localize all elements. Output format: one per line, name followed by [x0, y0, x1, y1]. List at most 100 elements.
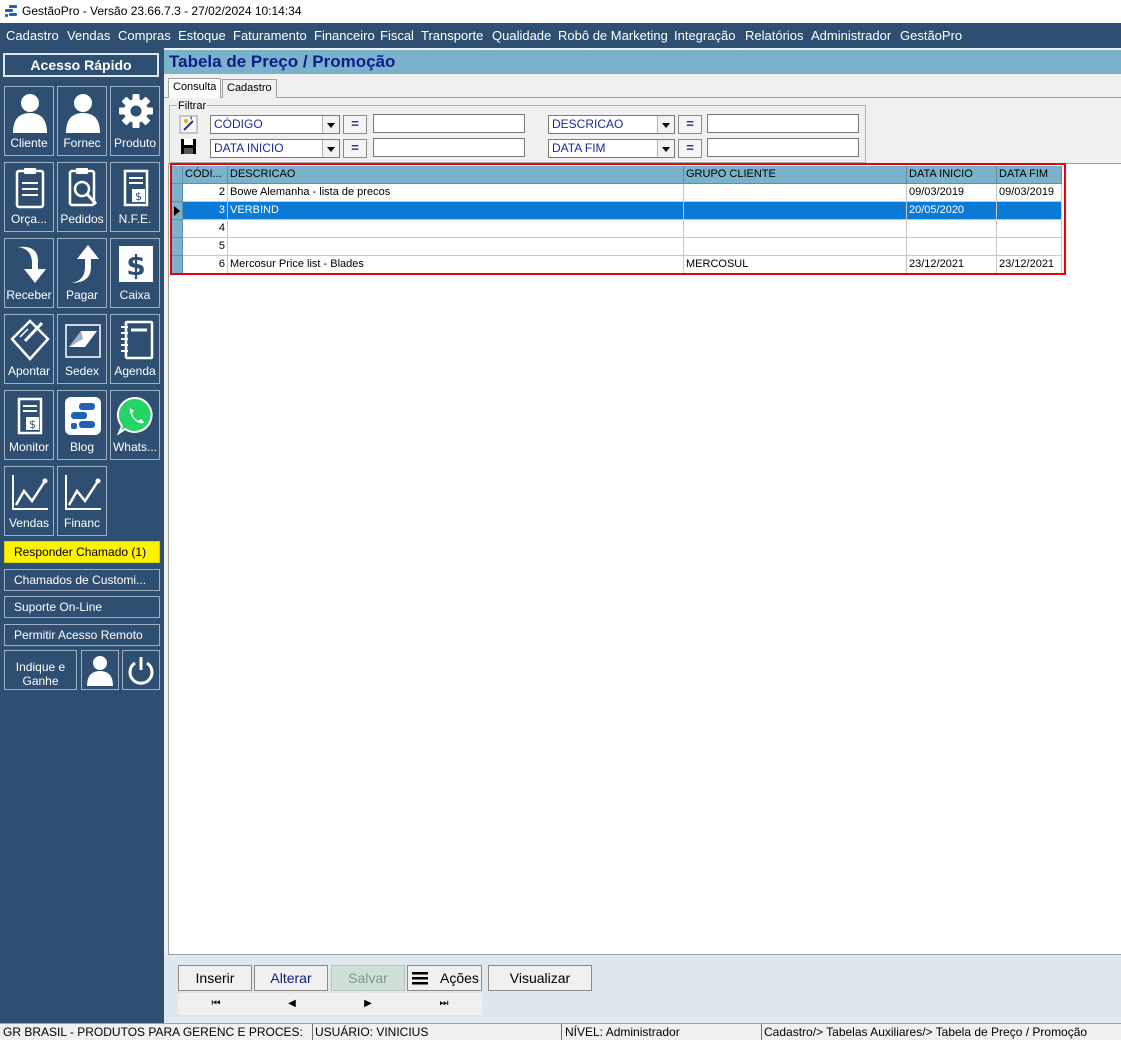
filter-value-2-input[interactable] — [707, 114, 859, 133]
menu-gestaopro[interactable]: GestãoPro — [900, 28, 962, 43]
cell-descricao: VERBIND — [228, 202, 684, 220]
quick-agenda-button[interactable]: Agenda — [110, 314, 160, 384]
filter-field-2-value: DESCRICAO — [552, 117, 624, 131]
filter-wand-icon[interactable] — [179, 115, 198, 134]
menu-robo-marketing[interactable]: Robô de Marketing — [558, 28, 668, 43]
cell-grupo-cliente — [684, 202, 907, 220]
nav-prev-button[interactable]: ◀ — [254, 993, 330, 1015]
quick-button-label: Orça... — [10, 212, 47, 226]
menu-cadastro[interactable]: Cadastro — [6, 28, 59, 43]
suporte-online-link[interactable]: Suporte On-Line — [4, 596, 160, 618]
quick-access-sidebar: Acesso Rápido Cliente Fornec Produto Orç… — [0, 48, 164, 1023]
filter-operator-4-button[interactable]: = — [678, 139, 702, 158]
quick-financ-chart-button[interactable]: Financ — [57, 466, 107, 536]
filter-value-4-input[interactable] — [707, 138, 859, 157]
quick-monitor-button[interactable]: $ Monitor — [4, 390, 54, 460]
hamburger-menu-icon — [412, 972, 428, 985]
menu-relatorios[interactable]: Relatórios — [745, 28, 804, 43]
row-indicator — [172, 220, 183, 238]
menu-faturamento[interactable]: Faturamento — [233, 28, 307, 43]
filter-value-1-input[interactable] — [373, 114, 525, 133]
filter-value-3-input[interactable] — [373, 138, 525, 157]
column-header-data-fim[interactable]: DATA FIM — [997, 166, 1062, 184]
indique-label: Indique e Ganhe — [15, 660, 66, 688]
person-icon — [13, 94, 47, 133]
quick-blog-button[interactable]: Blog — [57, 390, 107, 460]
salvar-button[interactable]: Salvar — [331, 965, 405, 991]
line-chart-icon — [65, 475, 101, 510]
save-filter-icon[interactable] — [179, 137, 198, 156]
quick-vendas-chart-button[interactable]: Vendas — [4, 466, 54, 536]
quick-caixa-button[interactable]: $ Caixa — [110, 238, 160, 308]
acoes-menu-button[interactable]: Ações — [407, 965, 482, 991]
tab-cadastro[interactable]: Cadastro — [222, 79, 277, 98]
quick-apontar-button[interactable]: Apontar — [4, 314, 54, 384]
permitir-acesso-remoto-link[interactable]: Permitir Acesso Remoto — [4, 624, 160, 646]
visualizar-button[interactable]: Visualizar — [488, 965, 592, 991]
row-indicator — [172, 256, 183, 274]
menu-qualidade[interactable]: Qualidade — [492, 28, 551, 43]
menu-compras[interactable]: Compras — [118, 28, 171, 43]
whatsapp-icon — [116, 396, 153, 436]
quick-receber-button[interactable]: Receber — [4, 238, 54, 308]
next-record-icon: ▶ — [364, 998, 372, 1009]
nav-next-button[interactable]: ▶ — [330, 993, 406, 1015]
menu-administrador[interactable]: Administrador — [811, 28, 891, 43]
quick-pagar-button[interactable]: Pagar — [57, 238, 107, 308]
svg-text:$: $ — [135, 190, 142, 203]
quick-pedidos-button[interactable]: Pedidos — [57, 162, 107, 232]
filter-field-4-value: DATA FIM — [552, 141, 606, 155]
status-separator — [561, 1024, 562, 1040]
row-indicator — [172, 202, 183, 220]
menu-estoque[interactable]: Estoque — [178, 28, 226, 43]
tab-consulta[interactable]: Consulta — [168, 78, 222, 98]
chevron-down-icon — [322, 140, 339, 157]
svg-text:$: $ — [29, 418, 36, 431]
cell-codigo: 2 — [183, 184, 228, 202]
menu-bar: Cadastro Vendas Compras Estoque Faturame… — [0, 23, 1121, 48]
filter-field-4-select[interactable]: DATA FIM — [548, 139, 675, 158]
quick-button-label: Caixa — [119, 288, 151, 302]
responder-chamado-link[interactable]: Responder Chamado (1) — [4, 541, 160, 563]
inserir-button[interactable]: Inserir — [178, 965, 252, 991]
cell-data-fim: 09/03/2019 — [997, 184, 1062, 202]
column-header-descricao[interactable]: DESCRICAO — [228, 166, 684, 184]
status-separator — [312, 1024, 313, 1040]
grid-indicator-header — [172, 166, 183, 184]
quick-cliente-button[interactable]: Cliente — [4, 86, 54, 156]
filter-operator-1-button[interactable]: = — [343, 115, 367, 134]
quick-fornec-button[interactable]: Fornec — [57, 86, 107, 156]
menu-transporte[interactable]: Transporte — [421, 28, 483, 43]
quick-sedex-button[interactable]: Sedex — [57, 314, 107, 384]
user-profile-button[interactable] — [81, 650, 119, 690]
alterar-button[interactable]: Alterar — [254, 965, 328, 991]
logout-button[interactable] — [122, 650, 160, 690]
column-header-data-inicio[interactable]: DATA INICIO — [907, 166, 997, 184]
column-header-codigo[interactable]: CÓDI... — [183, 166, 228, 184]
filter-operator-2-button[interactable]: = — [678, 115, 702, 134]
filter-operator-3-button[interactable]: = — [343, 139, 367, 158]
menu-fiscal[interactable]: Fiscal — [380, 28, 414, 43]
cell-codigo: 6 — [183, 256, 228, 274]
quick-whatsapp-button[interactable]: Whats... — [110, 390, 160, 460]
quick-nfe-button[interactable]: $ N.F.E. — [110, 162, 160, 232]
chevron-down-icon — [657, 140, 674, 157]
quick-produto-button[interactable]: Produto — [110, 86, 160, 156]
menu-financeiro[interactable]: Financeiro — [314, 28, 375, 43]
quick-orcamento-button[interactable]: Orça... — [4, 162, 54, 232]
chamados-customizacao-link[interactable]: Chamados de Customi... — [4, 569, 160, 591]
chevron-down-icon — [657, 116, 674, 133]
filter-field-3-select[interactable]: DATA INICIO — [210, 139, 340, 158]
menu-vendas[interactable]: Vendas — [67, 28, 110, 43]
filter-field-2-select[interactable]: DESCRICAO — [548, 115, 675, 134]
cell-grupo-cliente: MERCOSUL — [684, 256, 907, 274]
nav-last-button[interactable]: ⏭ — [406, 993, 482, 1015]
nav-first-button[interactable]: ⏮ — [178, 993, 254, 1015]
indique-e-ganhe-button[interactable]: Indique e Ganhe — [4, 650, 77, 690]
menu-integracao[interactable]: Integração — [674, 28, 735, 43]
filter-field-1-select[interactable]: CÓDIGO — [210, 115, 340, 134]
cell-data-inicio — [907, 220, 997, 238]
gear-icon — [119, 94, 153, 128]
current-row-arrow-icon — [174, 206, 180, 216]
column-header-grupo-cliente[interactable]: GRUPO CLIENTE — [684, 166, 907, 184]
